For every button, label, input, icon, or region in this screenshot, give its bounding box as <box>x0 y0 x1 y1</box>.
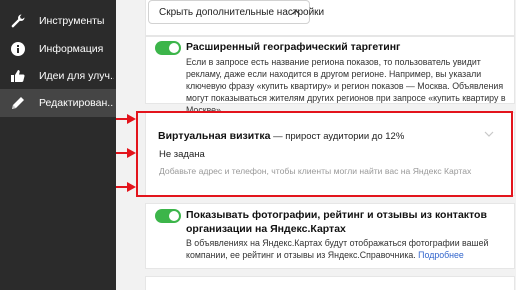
geo-targeting-toggle[interactable] <box>155 41 181 55</box>
geo-targeting-description: Если в запросе есть название региона пок… <box>186 57 506 115</box>
annotation-arrow <box>116 182 136 192</box>
sidebar-item-tools[interactable]: Инструменты <box>0 7 116 35</box>
learn-more-link[interactable]: Подробнее <box>418 250 464 260</box>
sidebar-item-ideas[interactable]: Идеи для улуч... <box>0 62 116 90</box>
sidebar-item-label: Информация <box>39 43 104 55</box>
next-settings-card <box>145 276 515 290</box>
annotation-arrow <box>116 114 136 124</box>
sidebar-item-label: Редактирован... <box>39 97 114 109</box>
thumbs-up-icon <box>11 70 25 82</box>
maps-photos-description: В объявлениях на Яндекс.Картах будут ото… <box>186 237 511 261</box>
sidebar: Инструменты Информация Идеи для улуч... … <box>0 0 116 290</box>
toggle-knob <box>169 211 179 221</box>
sidebar-item-label: Идеи для улуч... <box>39 70 114 82</box>
chevron-up-icon <box>292 9 300 15</box>
maps-photos-toggle[interactable] <box>155 209 181 223</box>
maps-photos-title: Показывать фотографии, рейтинг и отзывы … <box>186 209 487 235</box>
sidebar-item-label: Инструменты <box>39 15 105 27</box>
geo-targeting-title: Расширенный географический таргетинг <box>186 41 401 53</box>
annotation-arrow <box>116 148 136 158</box>
sidebar-item-editing[interactable]: Редактирован... <box>0 89 116 117</box>
sidebar-item-info[interactable]: Информация <box>0 35 116 63</box>
pencil-icon <box>12 97 24 109</box>
highlight-frame <box>136 111 513 197</box>
toggle-knob <box>169 43 179 53</box>
hide-advanced-settings-button[interactable]: Скрыть дополнительные настройки <box>148 0 324 24</box>
wrench-icon <box>11 14 25 28</box>
info-icon <box>11 42 25 56</box>
